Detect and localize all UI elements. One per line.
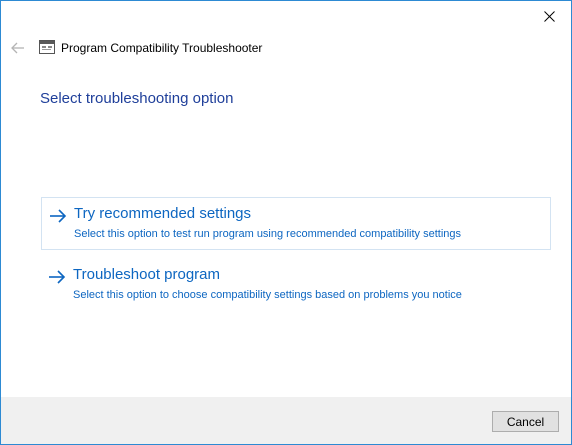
option-troubleshoot-program[interactable]: Troubleshoot program Select this option … [41, 259, 551, 312]
close-icon [543, 10, 555, 22]
option-title: Try recommended settings [74, 205, 252, 222]
troubleshooter-window: Program Compatibility Troubleshooter Sel… [0, 0, 572, 445]
close-button[interactable] [527, 1, 571, 31]
window-title: Program Compatibility Troubleshooter [61, 41, 263, 55]
wizard-header: Program Compatibility Troubleshooter [1, 33, 571, 63]
page-heading: Select troubleshooting option [40, 90, 234, 107]
arrow-right-icon [49, 270, 66, 284]
cancel-button[interactable]: Cancel [492, 411, 559, 432]
title-bar [1, 1, 571, 32]
arrow-right-icon [50, 209, 67, 223]
footer-bar: Cancel [1, 397, 571, 444]
option-try-recommended-settings[interactable]: Try recommended settings Select this opt… [41, 197, 551, 250]
option-description: Select this option to choose compatibili… [73, 289, 462, 301]
option-title: Troubleshoot program [73, 266, 221, 283]
back-button[interactable] [7, 37, 29, 59]
option-description: Select this option to test run program u… [74, 228, 462, 240]
back-arrow-icon [11, 42, 24, 54]
compatibility-troubleshooter-icon [39, 40, 55, 54]
